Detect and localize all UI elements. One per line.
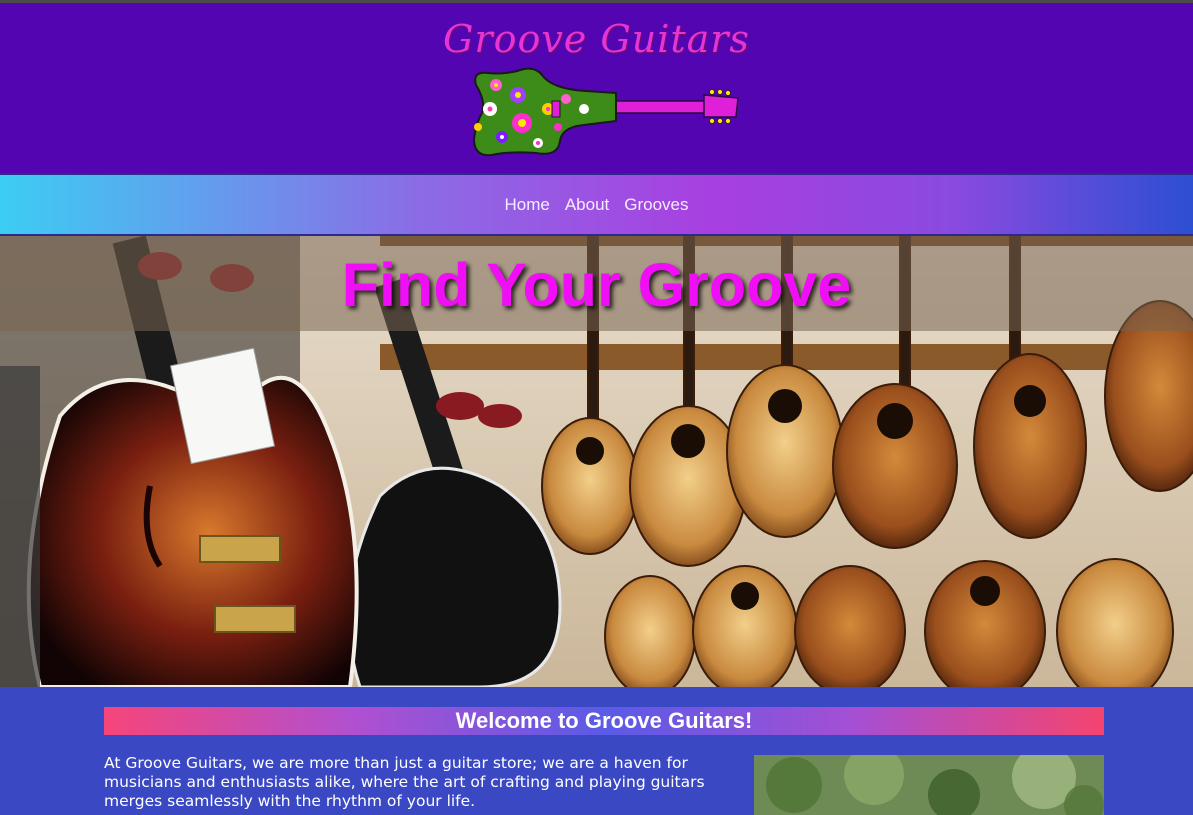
store-side-photo	[754, 755, 1104, 815]
main-content: Welcome to Groove Guitars! At Groove Gui…	[0, 687, 1193, 815]
site-header: Groove Guitars	[0, 0, 1193, 173]
hero-title: Find Your Groove	[341, 251, 852, 319]
logo-wordmark[interactable]: Groove Guitars	[0, 17, 1193, 61]
hero-section: Find Your Groove	[0, 236, 1193, 687]
foliage-photo	[754, 755, 1104, 815]
main-nav: Home About Grooves	[0, 173, 1193, 236]
welcome-banner: Welcome to Groove Guitars!	[104, 707, 1104, 735]
welcome-heading: Welcome to Groove Guitars!	[455, 708, 753, 733]
intro-paragraph: At Groove Guitars, we are more than just…	[104, 754, 705, 810]
nav-link-about[interactable]: About	[565, 195, 609, 215]
logo-guitar-icon[interactable]	[466, 65, 741, 160]
nav-link-home[interactable]: Home	[504, 195, 549, 215]
nav-link-grooves[interactable]: Grooves	[624, 195, 688, 215]
